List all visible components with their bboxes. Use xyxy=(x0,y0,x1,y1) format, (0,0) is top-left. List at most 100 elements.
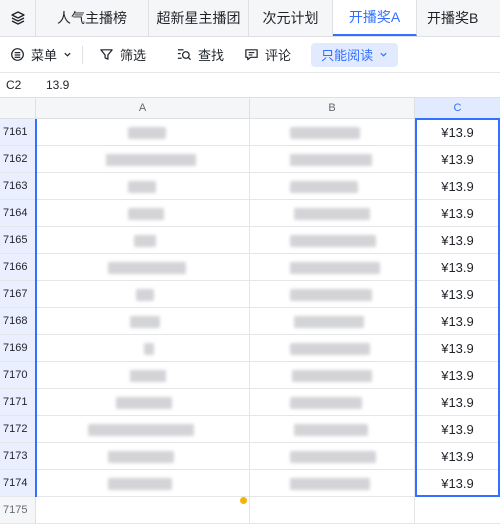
redacted-text xyxy=(128,208,164,220)
cell-a[interactable] xyxy=(36,443,250,470)
row-number[interactable]: 7169 xyxy=(0,335,36,362)
tab-ciyuan[interactable]: 次元计划 xyxy=(249,0,333,36)
cell-a[interactable] xyxy=(36,281,250,308)
row-number[interactable]: 7164 xyxy=(0,200,36,227)
tab-kaibojiang-a[interactable]: 开播奖A xyxy=(333,0,417,36)
row-number[interactable]: 7163 xyxy=(0,173,36,200)
cell-a[interactable] xyxy=(36,416,250,443)
cell-c[interactable]: ¥13.9 xyxy=(415,308,500,335)
cell-c[interactable]: ¥13.9 xyxy=(415,443,500,470)
redacted-text xyxy=(108,478,172,490)
redacted-text xyxy=(128,181,156,193)
row-number[interactable]: 7165 xyxy=(0,227,36,254)
cell-b[interactable] xyxy=(250,227,415,254)
cell-b[interactable] xyxy=(250,470,415,497)
row-number[interactable]: 7174 xyxy=(0,470,36,497)
row-number[interactable]: 7175 xyxy=(0,497,36,524)
row-number[interactable]: 7166 xyxy=(0,254,36,281)
row-number[interactable]: 7171 xyxy=(0,389,36,416)
cell-c[interactable]: ¥13.9 xyxy=(415,173,500,200)
sheet-list-button[interactable] xyxy=(0,0,36,36)
cell-b[interactable] xyxy=(250,119,415,146)
cell-b[interactable] xyxy=(250,200,415,227)
cell-a[interactable] xyxy=(36,146,250,173)
row-number[interactable]: 7170 xyxy=(0,362,36,389)
cell-a[interactable] xyxy=(36,308,250,335)
cell-c[interactable]: ¥13.9 xyxy=(415,470,500,497)
column-header-c[interactable]: C xyxy=(415,98,500,119)
row-number[interactable]: 7167 xyxy=(0,281,36,308)
tab-renqi[interactable]: 人气主播榜 xyxy=(36,0,149,36)
cell-c[interactable]: ¥13.9 xyxy=(415,389,500,416)
formula-value[interactable]: 13.9 xyxy=(36,78,69,92)
cell-c[interactable]: ¥13.9 xyxy=(415,254,500,281)
cell-c[interactable]: ¥13.9 xyxy=(415,119,500,146)
cell-a[interactable] xyxy=(36,119,250,146)
spreadsheet-grid[interactable]: A B C 7161 ¥13.9 7162 ¥13.9 7163 ¥13.9 7164 ¥13… xyxy=(0,98,500,524)
redacted-text xyxy=(108,451,174,463)
cell-a[interactable] xyxy=(36,200,250,227)
redacted-text xyxy=(294,316,364,328)
cell-b[interactable] xyxy=(250,416,415,443)
row-number[interactable]: 7173 xyxy=(0,443,36,470)
cell-b[interactable] xyxy=(250,389,415,416)
cell-b[interactable] xyxy=(250,362,415,389)
redacted-text xyxy=(294,424,368,436)
cell-c[interactable]: ¥13.9 xyxy=(415,362,500,389)
cell-b[interactable] xyxy=(250,497,415,524)
cell-a[interactable] xyxy=(36,470,250,497)
find-button[interactable]: 查找 xyxy=(170,42,230,68)
column-header-b[interactable]: B xyxy=(250,98,415,119)
cell-a[interactable] xyxy=(36,254,250,281)
redacted-text xyxy=(128,127,166,139)
cell-c[interactable]: ¥13.9 xyxy=(415,335,500,362)
row-number[interactable]: 7168 xyxy=(0,308,36,335)
comment-button[interactable]: 评论 xyxy=(238,42,297,68)
cell-b[interactable] xyxy=(250,443,415,470)
table-row: 7169 ¥13.9 xyxy=(0,335,500,362)
redacted-text xyxy=(290,478,370,490)
table-row: 7164 ¥13.9 xyxy=(0,200,500,227)
cell-b[interactable] xyxy=(250,173,415,200)
cell-reference[interactable]: C2 xyxy=(0,78,36,92)
cell-b[interactable] xyxy=(250,254,415,281)
column-header-a[interactable]: A xyxy=(36,98,250,119)
cell-c[interactable] xyxy=(415,497,500,524)
cell-a[interactable] xyxy=(36,389,250,416)
tab-chaoxinxing[interactable]: 超新星主播团 xyxy=(149,0,249,36)
cell-a[interactable] xyxy=(36,362,250,389)
tab-label: 次元计划 xyxy=(262,10,319,26)
tab-label: 人气主播榜 xyxy=(57,10,127,26)
menu-button[interactable]: 菜单 xyxy=(4,42,78,68)
select-all-corner[interactable] xyxy=(0,98,36,119)
table-row: 7163 ¥13.9 xyxy=(0,173,500,200)
tab-kaibojiang-b[interactable]: 开播奖B xyxy=(417,0,500,36)
redacted-text xyxy=(290,343,370,355)
cell-a[interactable] xyxy=(36,335,250,362)
cell-c[interactable]: ¥13.9 xyxy=(415,416,500,443)
row-number[interactable]: 7161 xyxy=(0,119,36,146)
redacted-text xyxy=(290,262,380,274)
cell-c[interactable]: ¥13.9 xyxy=(415,281,500,308)
comment-marker[interactable] xyxy=(240,497,247,504)
row-number[interactable]: 7162 xyxy=(0,146,36,173)
cell-b[interactable] xyxy=(250,335,415,362)
cell-b[interactable] xyxy=(250,308,415,335)
readonly-mode-dropdown[interactable]: 只能阅读 xyxy=(311,42,399,67)
cell-c[interactable]: ¥13.9 xyxy=(415,227,500,254)
filter-button[interactable]: 筛选 xyxy=(93,42,152,68)
cell-a[interactable] xyxy=(36,497,250,524)
redacted-text xyxy=(130,316,160,328)
sheet-tab-bar: 人气主播榜 超新星主播团 次元计划 开播奖A 开播奖B xyxy=(0,0,500,37)
cell-a[interactable] xyxy=(36,173,250,200)
cell-b[interactable] xyxy=(250,146,415,173)
row-number[interactable]: 7172 xyxy=(0,416,36,443)
cell-b[interactable] xyxy=(250,281,415,308)
readonly-label: 只能阅读 xyxy=(321,48,374,63)
table-row: 7168 ¥13.9 xyxy=(0,308,500,335)
chevron-down-icon xyxy=(64,52,71,57)
cell-c[interactable]: ¥13.9 xyxy=(415,146,500,173)
cell-c[interactable]: ¥13.9 xyxy=(415,200,500,227)
tab-label: 超新星主播团 xyxy=(156,10,241,26)
cell-a[interactable] xyxy=(36,227,250,254)
